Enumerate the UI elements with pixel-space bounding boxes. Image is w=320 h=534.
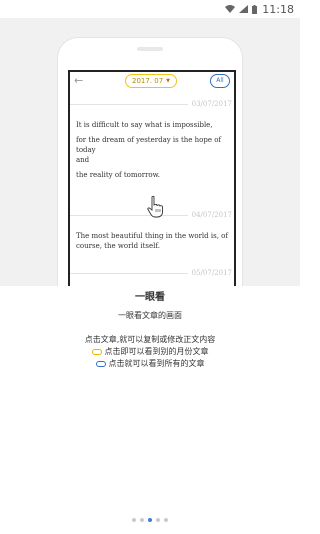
guide-line: 点击即可以看到别的月份文章	[0, 346, 300, 357]
status-bar: 11:18	[0, 0, 300, 18]
entry-divider-line	[70, 272, 188, 274]
guide-text-month: 点击即可以看到别的月份文章	[104, 347, 209, 356]
signal-icon	[239, 5, 249, 13]
guide-text-copy-edit: 点击文章,就可以复制或修改正文内容	[84, 335, 216, 344]
entry-date-row: 05/07/2017	[70, 268, 234, 278]
entry-line: the reality of tomorrow.	[76, 171, 161, 179]
entry-line: It is difficult to say what is impossibl…	[76, 121, 213, 129]
entry-divider-line	[70, 103, 188, 105]
entry-text: The most beautiful thing in the world is…	[76, 231, 228, 251]
tap-hand-icon	[147, 196, 163, 218]
page-dot[interactable]	[140, 518, 144, 522]
back-arrow-icon: ←	[74, 74, 84, 87]
wifi-icon	[225, 5, 236, 13]
guide-subtitle: 一眼看文章的画面	[118, 311, 182, 320]
entry-text: It is difficult to say what is impossibl…	[76, 120, 228, 180]
page-indicator	[0, 518, 300, 522]
entry-date-row: 03/07/2017	[70, 99, 234, 109]
guide-line: 点击文章,就可以复制或修改正文内容	[0, 334, 300, 345]
entry-line: for the dream of yesterday is the hope o…	[76, 136, 222, 154]
phone-mockup: ← 2017. 07 ▼ All 03/07/2017 It is diffic…	[58, 38, 242, 286]
phone-screen: ← 2017. 07 ▼ All 03/07/2017 It is diffic…	[68, 70, 236, 286]
entry-line: course, the world itself.	[76, 242, 160, 250]
guide-panel: 一眼看 一眼看文章的画面 点击文章,就可以复制或修改正文内容 点击即可以看到别的…	[0, 286, 300, 534]
page-dot[interactable]	[132, 518, 136, 522]
all-articles-pill: All	[210, 74, 230, 88]
blue-oval-icon	[95, 360, 106, 367]
page-dot[interactable]	[156, 518, 160, 522]
month-selector-pill: 2017. 07 ▼	[125, 74, 178, 88]
page-dot[interactable]	[164, 518, 168, 522]
month-label: 2017. 07	[132, 77, 164, 85]
mock-app-bar: ← 2017. 07 ▼ All	[70, 72, 234, 92]
entry-divider-line	[70, 214, 188, 216]
entry-date: 05/07/2017	[191, 269, 232, 277]
entry-date: 04/07/2017	[191, 211, 232, 219]
guide-line: 点击就可以看到所有的文章	[0, 358, 300, 369]
status-time: 11:18	[262, 2, 294, 16]
illustration-area: ← 2017. 07 ▼ All 03/07/2017 It is diffic…	[0, 18, 300, 286]
phone-speaker	[137, 47, 163, 51]
dropdown-triangle-icon: ▼	[166, 78, 171, 84]
page-dot-active[interactable]	[148, 518, 152, 522]
guide-title: 一眼看	[135, 292, 165, 303]
guide-text-all: 点击就可以看到所有的文章	[108, 359, 205, 368]
entry-line: The most beautiful thing in the world is…	[76, 232, 228, 240]
entry-date: 03/07/2017	[191, 100, 232, 108]
entry-line: and	[76, 156, 90, 164]
battery-icon	[252, 4, 258, 14]
yellow-oval-icon	[91, 348, 102, 355]
